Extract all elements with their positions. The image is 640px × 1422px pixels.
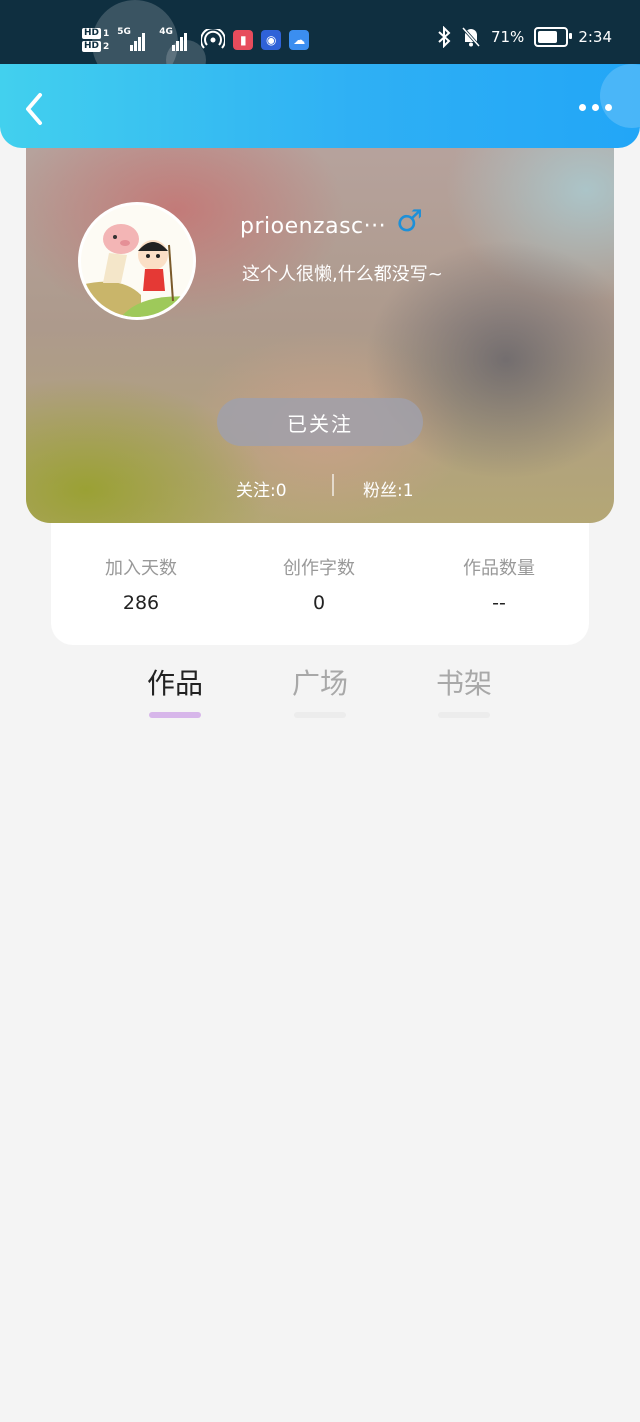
stats-divider bbox=[332, 474, 334, 496]
stat-label: 作品数量 bbox=[463, 558, 535, 579]
reader-app-icon: ▮ bbox=[233, 30, 254, 50]
stats-card: 加入天数 286 创作字数 0 作品数量 -- bbox=[51, 520, 589, 645]
fans-count[interactable]: 粉丝:1 bbox=[363, 476, 414, 501]
followed-button[interactable]: 已关注 bbox=[217, 398, 423, 446]
follow-stats: 关注:0 粉丝:1 bbox=[26, 474, 614, 504]
cartoon-avatar-image bbox=[81, 205, 193, 317]
stat-join-days: 加入天数 286 bbox=[51, 554, 231, 614]
back-button[interactable] bbox=[20, 92, 50, 126]
signal-5g-icon: 5G bbox=[117, 27, 151, 51]
bulb-app-icon: ◉ bbox=[261, 30, 282, 50]
stat-value: 286 bbox=[122, 592, 160, 614]
hd-indicators: HD 1 HD 2 bbox=[82, 28, 109, 52]
tab-bookshelf[interactable]: 书架 bbox=[414, 662, 514, 718]
profile-header-card: prioenzasc··· ♂ 这个人很懒,什么都没写~ 已关注 关注:0 粉丝… bbox=[26, 130, 614, 523]
more-dots-icon[interactable] bbox=[579, 104, 612, 111]
bell-off-icon bbox=[461, 27, 481, 47]
bluetooth-icon bbox=[438, 26, 451, 48]
stat-works-count: 作品数量 -- bbox=[409, 554, 589, 614]
username: prioenzasc··· bbox=[240, 214, 387, 239]
hd-badge-1: HD 1 bbox=[82, 28, 110, 39]
hd-badge-2: HD 2 bbox=[82, 41, 110, 52]
signal-4g-icon: 4G bbox=[159, 27, 193, 51]
top-app-bar bbox=[0, 64, 640, 148]
following-count[interactable]: 关注:0 bbox=[236, 476, 287, 501]
decorative-bubble bbox=[600, 64, 640, 128]
battery-percent: 71% bbox=[490, 28, 525, 46]
tab-square[interactable]: 广场 bbox=[270, 662, 370, 718]
tab-indicator bbox=[294, 712, 346, 718]
content-tabs: 作品 广场 书架 bbox=[0, 662, 640, 722]
stat-value: -- bbox=[492, 592, 506, 614]
status-left-group: HD 1 HD 2 5G 4G ▮ ◉ ☁ bbox=[82, 20, 310, 60]
user-bio: 这个人很懒,什么都没写~ bbox=[242, 264, 443, 285]
battery-icon bbox=[534, 27, 573, 47]
stat-word-count: 创作字数 0 bbox=[229, 554, 409, 614]
stat-label: 创作字数 bbox=[283, 558, 355, 579]
hotspot-icon bbox=[201, 29, 226, 49]
avatar[interactable] bbox=[78, 202, 196, 320]
tab-works[interactable]: 作品 bbox=[125, 662, 225, 718]
male-gender-icon: ♂ bbox=[396, 204, 423, 239]
tab-indicator bbox=[438, 712, 490, 718]
chevron-left-icon bbox=[26, 93, 42, 125]
stat-value: 0 bbox=[312, 592, 326, 614]
tab-indicator bbox=[149, 712, 201, 718]
cloud-app-icon: ☁ bbox=[289, 30, 310, 50]
status-bar: HD 1 HD 2 5G 4G ▮ ◉ ☁ 71% 2:34 bbox=[0, 0, 640, 86]
stat-label: 加入天数 bbox=[105, 558, 177, 579]
status-right-group: 71% 2:34 bbox=[437, 26, 612, 48]
clock: 2:34 bbox=[578, 28, 612, 46]
